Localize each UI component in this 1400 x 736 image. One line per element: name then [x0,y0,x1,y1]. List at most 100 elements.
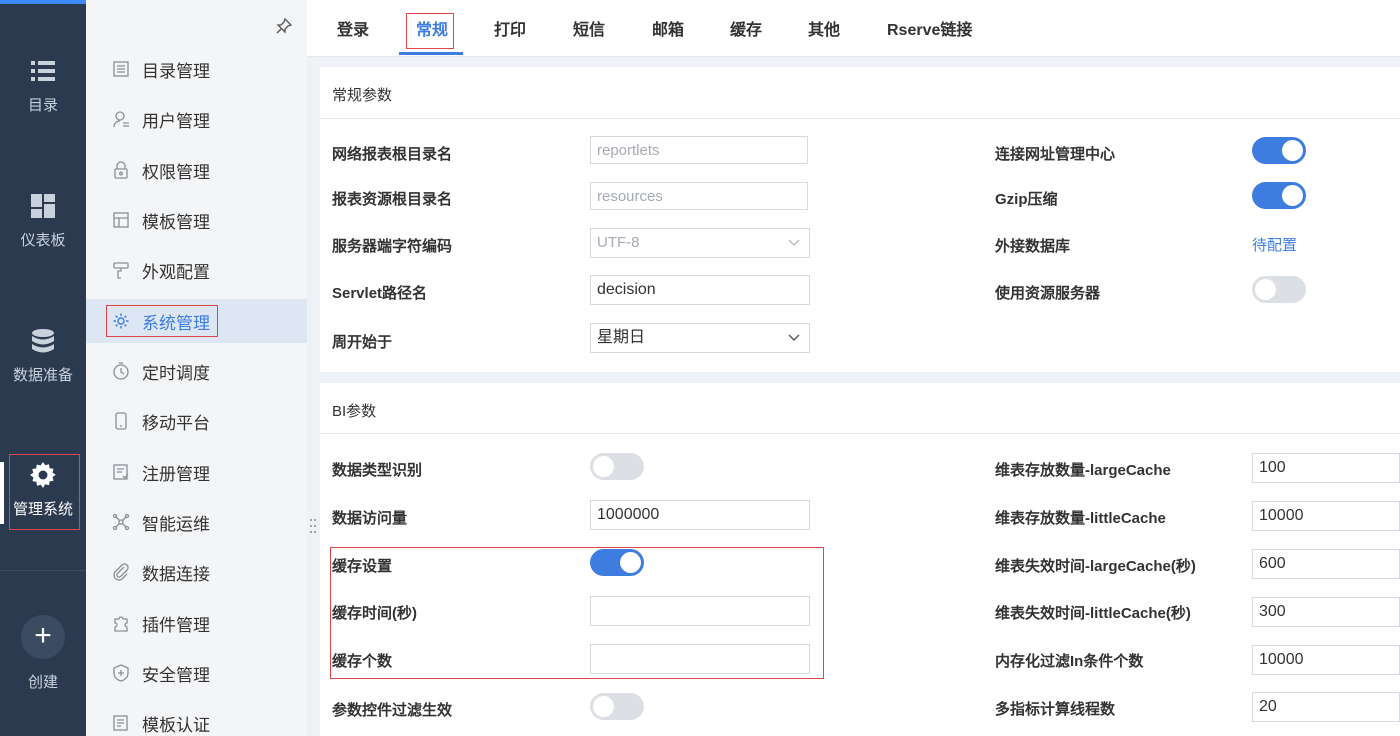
submenu-item-templates[interactable]: 模板管理 [86,198,307,242]
certificate-icon [113,715,128,731]
report-root-input[interactable]: reportlets [590,136,808,164]
tab-cache[interactable]: 缓存 [730,19,762,43]
threads-label: 多指标计算线程数 [995,701,1116,718]
little-expire-input[interactable]: 300 [1252,597,1400,627]
submenu-item-appearance[interactable]: 外观配置 [86,248,307,292]
rail-divider [0,570,86,571]
submenu-item-label: 智能运维 [142,514,210,534]
tab-other[interactable]: 其他 [808,19,840,43]
submenu-item-register[interactable]: 注册管理 [86,450,307,494]
catalog-icon [113,61,129,77]
submenu-item-catalog[interactable]: 目录管理 [86,47,307,91]
submenu-item-label: 外观配置 [142,262,210,282]
submenu-item-plugins[interactable]: 插件管理 [86,601,307,645]
charset-label: 服务器端字符编码 [332,238,453,255]
url-center-label: 连接网址管理中心 [995,146,1116,163]
submenu-item-label: 注册管理 [142,464,210,484]
rail-item-label: 仪表板 [20,232,66,249]
submenu-item-schedule[interactable]: 定时调度 [86,349,307,393]
shield-icon [113,664,129,682]
week-start-label: 周开始于 [332,334,393,351]
submenu-item-label: 移动平台 [142,413,210,433]
rail-top-accent [0,0,86,4]
little-cache-input[interactable]: 10000 [1252,501,1400,531]
access-amount-input[interactable]: 1000000 [590,500,810,530]
in-filter-input[interactable]: 10000 [1252,645,1400,675]
bi-params-panel: BI参数 数据类型识别 数据访问量 1000000 缓存设置 缓存时间(秒) 缓… [320,383,1400,736]
pin-icon[interactable] [276,18,292,34]
resource-root-input[interactable]: resources [590,182,808,210]
database-icon [32,329,54,353]
rail-item-dashboard[interactable]: 仪表板 [0,193,86,283]
charset-select[interactable]: UTF-8 [590,228,810,258]
week-start-select[interactable]: 星期日 [590,323,810,353]
external-db-label: 外接数据库 [995,238,1071,255]
submenu-item-mobile[interactable]: 移动平台 [86,399,307,443]
servlet-label: Servlet路径名 [332,285,428,302]
submenu-item-label: 安全管理 [142,665,210,685]
little-cache-label: 维表存放数量-littleCache [995,510,1166,527]
submenu-item-permissions[interactable]: 权限管理 [86,148,307,192]
url-center-toggle[interactable] [1252,137,1306,164]
gzip-label: Gzip压缩 [995,191,1058,208]
submenu-item-label: 用户管理 [142,111,210,131]
little-expire-label: 维表失效时间-littleCache(秒) [995,605,1191,622]
tab-email[interactable]: 邮箱 [652,19,684,43]
submenu-item-label: 模板管理 [142,212,210,232]
settings-tab-bar: 登录 常规 打印 短信 邮箱 缓存 其他 Rserve链接 [307,0,1400,57]
type-detect-toggle[interactable] [590,453,644,480]
rail-item-label: 创建 [27,674,58,691]
rail-item-create[interactable]: + 创建 [0,615,86,705]
submenu-item-connection[interactable]: 数据连接 [86,550,307,594]
type-detect-label: 数据类型识别 [332,462,423,479]
tab-print[interactable]: 打印 [494,19,526,43]
submenu-item-label: 权限管理 [142,162,210,182]
submenu-item-label: 目录管理 [142,61,210,81]
param-filter-toggle[interactable] [590,693,644,720]
week-start-value: 星期日 [597,329,646,346]
highlight-box-tab [406,13,454,49]
highlight-box-rail [9,454,80,530]
section-title: 常规参数 [332,87,393,104]
tab-login[interactable]: 登录 [337,19,369,43]
submenu-item-ops[interactable]: 智能运维 [86,500,307,544]
resource-server-toggle[interactable] [1252,276,1306,303]
submenu-item-label: 定时调度 [142,363,210,383]
access-amount-label: 数据访问量 [332,510,408,527]
list-icon [31,61,55,81]
large-expire-input[interactable]: 600 [1252,549,1400,579]
mobile-icon [115,412,127,430]
submenu-item-certification[interactable]: 模板认证 [86,701,307,736]
network-icon [112,513,130,531]
highlight-box-cache [330,547,824,679]
tab-sms[interactable]: 短信 [573,19,605,43]
primary-nav-rail: 目录 仪表板 数据准备 管理系统 + 创建 [0,0,86,736]
template-icon [113,212,129,228]
submenu-item-users[interactable]: 用户管理 [86,97,307,141]
dashboard-icon [31,194,55,218]
param-filter-label: 参数控件过滤生效 [332,702,453,719]
rail-item-data-prep[interactable]: 数据准备 [0,328,86,418]
section-divider [320,433,1400,434]
servlet-input[interactable]: decision [590,275,810,305]
rail-item-catalog[interactable]: 目录 [0,58,86,148]
large-cache-input[interactable]: 100 [1252,453,1400,483]
drag-handle-icon[interactable] [309,517,317,535]
threads-input[interactable]: 20 [1252,692,1400,722]
resource-server-label: 使用资源服务器 [995,285,1101,302]
brush-icon [113,262,129,279]
gzip-toggle[interactable] [1252,182,1306,209]
tab-rserve[interactable]: Rserve链接 [887,19,972,43]
system-submenu: 目录管理 用户管理 权限管理 模板管理 外观配置 系统管理 定时调度 移动平台 … [86,0,307,736]
rail-item-label: 数据准备 [12,367,73,384]
resource-root-label: 报表资源根目录名 [332,191,453,208]
charset-value: UTF-8 [597,234,640,251]
submenu-item-security[interactable]: 安全管理 [86,651,307,695]
external-db-config-link[interactable]: 待配置 [1252,234,1297,255]
submenu-item-label: 数据连接 [142,564,210,584]
chevron-down-icon [788,334,800,341]
user-icon [113,111,129,128]
register-icon [113,464,129,480]
link-icon [113,563,129,581]
submenu-item-label: 模板认证 [142,715,210,735]
